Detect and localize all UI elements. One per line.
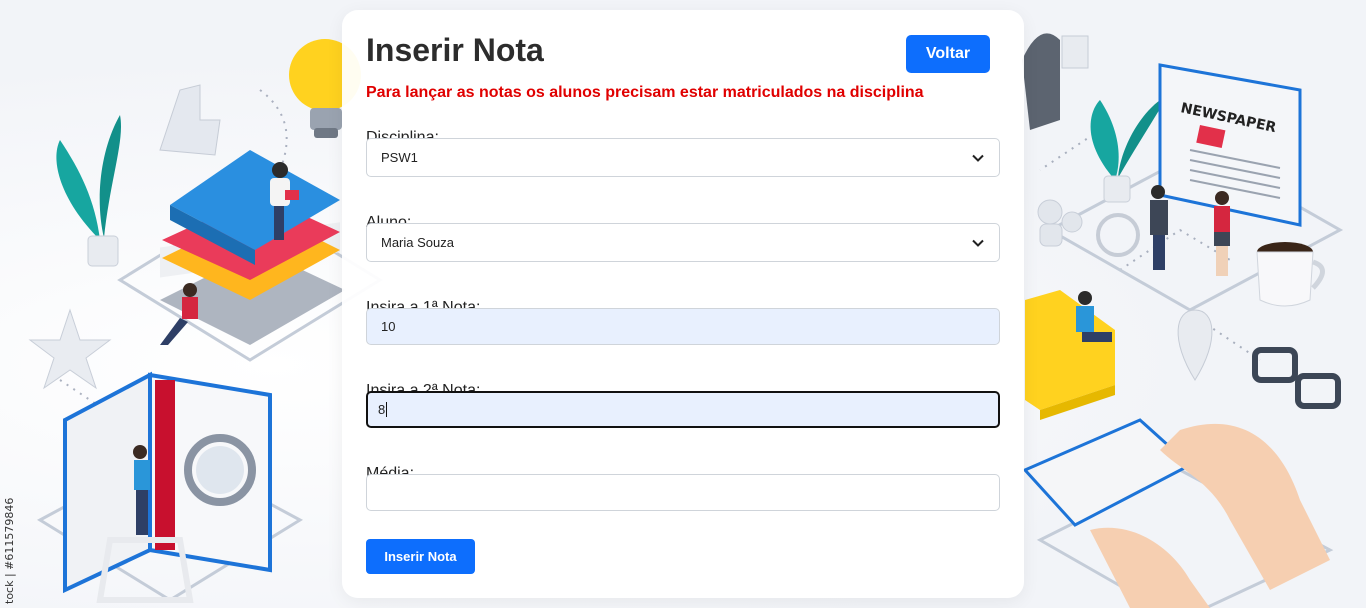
plant-illustration xyxy=(56,115,122,267)
newspaper-illustration: NEWSPAPER xyxy=(1158,63,1302,227)
nota2-value: 8 xyxy=(378,402,386,417)
enrollment-warning: Para lançar as notas os alunos precisam … xyxy=(366,84,924,101)
back-button[interactable]: Voltar xyxy=(906,35,990,73)
form-card: Inserir Nota Voltar Para lançar as notas… xyxy=(342,10,1024,598)
disciplina-selected-value: PSW1 xyxy=(381,150,418,165)
aluno-selected-value: Maria Souza xyxy=(381,235,454,250)
chevron-down-icon xyxy=(972,154,984,162)
disciplina-select[interactable]: PSW1 xyxy=(366,138,1000,177)
media-input[interactable] xyxy=(366,474,1000,511)
nota1-input[interactable]: 10 xyxy=(366,308,1000,345)
aluno-select[interactable]: Maria Souza xyxy=(366,223,1000,262)
nota2-input[interactable]: 8 xyxy=(366,391,1000,428)
text-caret xyxy=(386,402,388,417)
chevron-down-icon xyxy=(972,239,984,247)
page-title: Inserir Nota xyxy=(366,32,544,68)
nota1-value: 10 xyxy=(381,319,396,334)
open-book-illustration xyxy=(63,371,272,594)
insert-grade-button[interactable]: Inserir Nota xyxy=(366,539,475,574)
stock-watermark: tock | #611579846 xyxy=(3,497,16,604)
